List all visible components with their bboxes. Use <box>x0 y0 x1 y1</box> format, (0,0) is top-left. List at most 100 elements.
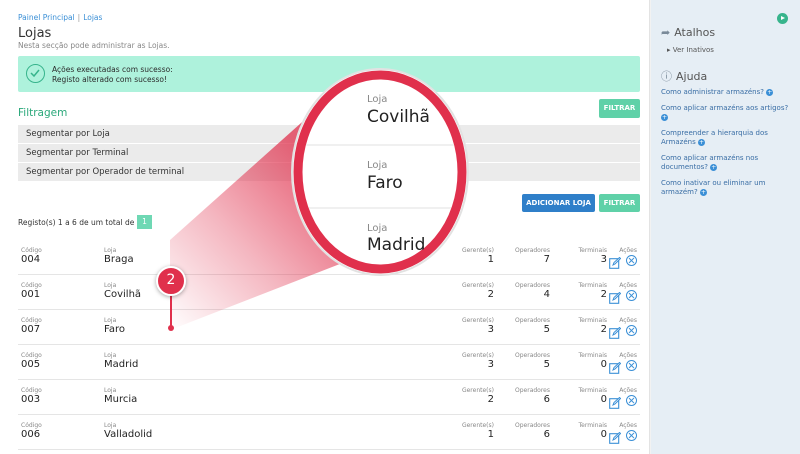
delete-icon[interactable] <box>626 325 637 336</box>
code-value: 001 <box>21 289 41 300</box>
delete-icon[interactable] <box>626 290 637 301</box>
help-link[interactable]: Como aplicar armazéns nos documentos? + <box>661 154 791 173</box>
operators-column-label: Operadores <box>515 352 550 359</box>
terminals-column-label: Terminais <box>578 352 607 359</box>
edit-icon[interactable] <box>609 359 622 374</box>
help-link[interactable]: Como inativar ou eliminar um armazém? + <box>661 179 791 198</box>
filter-section-title: Filtragem <box>18 107 68 119</box>
success-alert: Ações executadas com sucesso: Registo al… <box>18 56 640 92</box>
store-column-label: Loja <box>104 422 117 429</box>
plus-icon: + <box>661 113 668 121</box>
managers-value: 3 <box>487 324 494 335</box>
operators-value: 5 <box>543 359 550 370</box>
delete-icon[interactable] <box>626 430 637 441</box>
table-row: Código 007 Loja Faro Gerente(s) 3 Operadores 5 T… <box>18 310 640 345</box>
page-title: Lojas <box>18 26 52 41</box>
breadcrumb-home-link[interactable]: Painel Principal <box>18 13 75 22</box>
delete-icon[interactable] <box>626 255 637 266</box>
actions-column-label: Ações <box>619 422 637 429</box>
managers-column-label: Gerente(s) <box>461 282 494 289</box>
terminals-column-label: Terminais <box>578 317 607 324</box>
plus-icon: + <box>699 188 707 196</box>
pagination-summary: Registo(s) 1 a 6 de um total de 6 <box>18 218 142 227</box>
delete-icon[interactable] <box>626 395 637 406</box>
operators-column-label: Operadores <box>515 387 550 394</box>
shortcuts-heading: ➦ Atalhos <box>661 26 716 39</box>
zoom-store-name: Madrid <box>367 235 426 255</box>
code-value: 007 <box>21 324 41 335</box>
edit-icon[interactable] <box>609 289 622 304</box>
ver-inativos-link[interactable]: ▸ Ver Inativos <box>667 46 714 54</box>
terminals-value: 2 <box>600 324 607 335</box>
actions-column-label: Ações <box>619 352 637 359</box>
alert-message: Registo alterado com sucesso! <box>52 75 168 84</box>
actions-column-label: Ações <box>619 247 637 254</box>
page-number-button[interactable]: 1 <box>137 215 152 229</box>
delete-icon[interactable] <box>626 360 637 371</box>
terminals-value: 3 <box>600 254 607 265</box>
store-column-label: Loja <box>104 387 117 394</box>
code-column-label: Código <box>21 422 42 429</box>
terminals-column-label: Terminais <box>578 387 607 394</box>
actions-column-label: Ações <box>619 317 637 324</box>
managers-column-label: Gerente(s) <box>461 247 494 254</box>
sidebar-toggle-icon[interactable] <box>777 13 788 24</box>
plus-icon: + <box>710 163 718 171</box>
edit-icon[interactable] <box>609 254 622 269</box>
operators-column-label: Operadores <box>515 282 550 289</box>
code-column-label: Código <box>21 317 42 324</box>
store-value: Braga <box>104 254 134 265</box>
add-store-button[interactable]: ADICIONAR LOJA <box>522 194 595 212</box>
managers-column-label: Gerente(s) <box>461 352 494 359</box>
managers-value: 1 <box>487 254 494 265</box>
terminals-column-label: Terminais <box>578 247 607 254</box>
plus-icon: + <box>766 88 774 96</box>
store-value: Faro <box>104 324 125 335</box>
code-value: 004 <box>21 254 41 265</box>
actions-column-label: Ações <box>619 282 637 289</box>
table-row: Código 004 Loja Braga Gerente(s) 1 Operadores 7… <box>18 240 640 275</box>
zoom-label: Loja <box>367 94 388 105</box>
store-column-label: Loja <box>104 247 117 254</box>
store-column-label: Loja <box>104 282 117 289</box>
help-circle-icon: ⓘ <box>661 70 672 83</box>
stores-table: Código 004 Loja Braga Gerente(s) 1 Operadores 7… <box>18 240 640 450</box>
operators-value: 6 <box>543 429 550 440</box>
store-column-label: Loja <box>104 352 117 359</box>
edit-icon[interactable] <box>609 324 622 339</box>
zoom-label: Loja <box>367 160 388 171</box>
edit-icon[interactable] <box>609 394 622 409</box>
terminals-value: 0 <box>600 429 607 440</box>
operators-column-label: Operadores <box>515 247 550 254</box>
actions-column-label: Ações <box>619 387 637 394</box>
zoom-label: Loja <box>367 223 388 234</box>
managers-value: 2 <box>487 289 494 300</box>
terminals-value: 0 <box>600 359 607 370</box>
edit-icon[interactable] <box>609 429 622 444</box>
help-heading: ⓘ Ajuda <box>661 70 708 83</box>
managers-column-label: Gerente(s) <box>461 387 494 394</box>
operators-value: 6 <box>543 394 550 405</box>
managers-column-label: Gerente(s) <box>461 317 494 324</box>
code-column-label: Código <box>21 282 42 289</box>
terminals-value: 2 <box>600 289 607 300</box>
store-value: Madrid <box>104 359 139 370</box>
help-link[interactable]: Como aplicar armazéns aos artigos? + <box>661 104 791 123</box>
breadcrumb-current[interactable]: Lojas <box>83 13 102 22</box>
store-value: Valladolid <box>104 429 153 440</box>
help-link[interactable]: Compreender a hierarquia dos Armazéns + <box>661 129 791 148</box>
terminals-value: 0 <box>600 394 607 405</box>
filter-button[interactable]: FILTRAR <box>599 194 640 212</box>
table-row: Código 006 Loja Valladolid Gerente(s) 1 Operad… <box>18 415 640 450</box>
operators-value: 7 <box>543 254 550 265</box>
code-column-label: Código <box>21 247 42 254</box>
page-subtitle: Nesta secção pode administrar as Lojas. <box>18 41 170 50</box>
alert-title: Ações executadas com sucesso: <box>52 65 173 74</box>
filter-button-top[interactable]: FILTRAR <box>599 99 640 118</box>
help-link[interactable]: Como administrar armazéns? + <box>661 88 791 98</box>
code-column-label: Código <box>21 387 42 394</box>
store-value: Covilhã <box>104 289 142 300</box>
managers-value: 2 <box>487 394 494 405</box>
managers-column-label: Gerente(s) <box>461 422 494 429</box>
breadcrumb: Painel Principal | Lojas <box>18 13 103 22</box>
